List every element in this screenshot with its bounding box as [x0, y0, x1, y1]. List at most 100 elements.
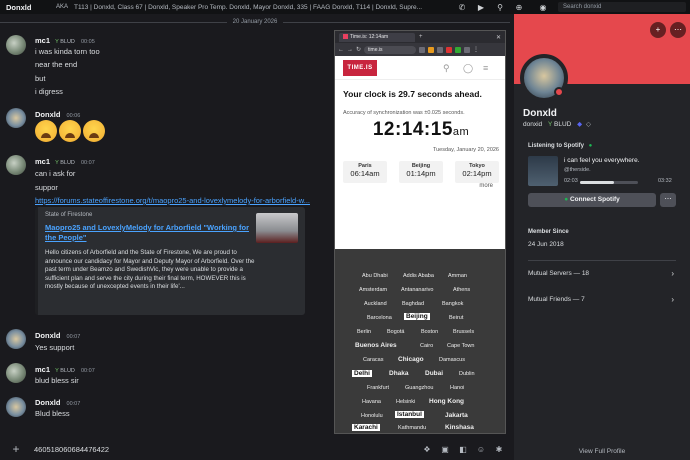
- extension-icon[interactable]: [437, 46, 444, 53]
- city-link[interactable]: Caracas: [363, 357, 383, 363]
- view-full-profile-link[interactable]: View Full Profile: [514, 448, 690, 455]
- more-cities-link[interactable]: more: [479, 183, 493, 189]
- city-link[interactable]: Cape Town: [447, 343, 474, 349]
- message-link[interactable]: https://forums.stateoffirestone.org/t/ma…: [35, 196, 335, 205]
- song-artist[interactable]: @therside.: [564, 167, 591, 173]
- avatar[interactable]: [6, 329, 26, 349]
- user-icon[interactable]: ◯: [463, 63, 473, 74]
- city-link[interactable]: Helsinki: [396, 399, 415, 405]
- city-link[interactable]: Barcelona: [367, 315, 392, 321]
- city-link[interactable]: Dublin: [459, 371, 475, 377]
- city-link[interactable]: Boston: [421, 329, 438, 335]
- extension-icon[interactable]: [419, 46, 426, 53]
- extension-icon[interactable]: [428, 46, 435, 53]
- phone-icon[interactable]: ✆: [455, 0, 469, 14]
- extension-icon[interactable]: [455, 46, 462, 53]
- mutual-servers-row[interactable]: Mutual Servers — 18 ›: [528, 269, 676, 278]
- menu-icon[interactable]: ⋮: [473, 46, 479, 53]
- profile-toggle-icon[interactable]: ◉: [536, 0, 550, 14]
- connect-spotify-button[interactable]: ● Connect Spotify: [528, 193, 656, 207]
- city-link[interactable]: Honolulu: [361, 413, 383, 419]
- spotify-more-button[interactable]: ⋯: [660, 193, 676, 207]
- avatar[interactable]: [6, 155, 26, 175]
- new-tab-icon[interactable]: +: [419, 34, 423, 40]
- message-input[interactable]: 460518060684476422: [34, 445, 420, 454]
- city-link[interactable]: Beirut: [449, 315, 463, 321]
- city-link[interactable]: Dhaka: [389, 370, 409, 377]
- city-link[interactable]: Brussels: [453, 329, 474, 335]
- avatar[interactable]: [6, 108, 26, 128]
- city-link[interactable]: Beijing: [404, 313, 430, 320]
- hamburger-icon[interactable]: ≡: [483, 63, 488, 73]
- forward-icon[interactable]: →: [347, 47, 353, 53]
- extension-icon[interactable]: [464, 46, 471, 53]
- avatar[interactable]: [6, 35, 26, 55]
- city-link[interactable]: Athens: [453, 287, 470, 293]
- city-clock-beijing[interactable]: Beijing 01:14pm: [399, 161, 443, 183]
- city-link[interactable]: Bogotá: [387, 329, 404, 335]
- city-link[interactable]: Addis Ababa: [403, 273, 434, 279]
- address-bar[interactable]: time.is: [364, 45, 417, 54]
- city-link[interactable]: Guangzhou: [405, 385, 433, 391]
- timeis-logo[interactable]: TIME.IS: [343, 60, 377, 76]
- city-clock-paris[interactable]: Paris 06:14am: [343, 161, 387, 183]
- timestamp: 00:07: [80, 160, 95, 166]
- city-link[interactable]: Frankfurt: [367, 385, 389, 391]
- reload-icon[interactable]: ↻: [356, 46, 361, 53]
- city-link[interactable]: Damascus: [439, 357, 465, 363]
- add-attachment-icon[interactable]: +: [6, 442, 26, 456]
- city-link[interactable]: Karachi: [352, 424, 380, 431]
- window-close-icon[interactable]: ✕: [496, 34, 501, 41]
- city-link[interactable]: Kathmandu: [398, 425, 426, 431]
- city-link[interactable]: Amsterdam: [359, 287, 387, 293]
- city-link[interactable]: Baghdad: [402, 301, 424, 307]
- gif-icon[interactable]: ▣: [438, 442, 452, 456]
- city-link[interactable]: Abu Dhabi: [362, 273, 388, 279]
- apps-icon[interactable]: ✱: [492, 442, 506, 456]
- album-art[interactable]: [528, 156, 558, 186]
- city-link[interactable]: Antananarivo: [401, 287, 433, 293]
- avatar[interactable]: [6, 363, 26, 383]
- message-author[interactable]: mc1 Y BLUD 00:05: [35, 36, 95, 45]
- search-input[interactable]: Search donxid: [558, 2, 686, 12]
- pin-icon[interactable]: ⚲: [493, 0, 507, 14]
- city-link[interactable]: Bangkok: [442, 301, 463, 307]
- song-progress-bar: [580, 181, 638, 184]
- city-link[interactable]: Amman: [448, 273, 467, 279]
- emoji-icon[interactable]: ☺: [474, 442, 488, 456]
- city-link[interactable]: Delhi: [352, 370, 372, 377]
- more-options-icon[interactable]: ⋯: [670, 22, 686, 38]
- back-icon[interactable]: ←: [338, 47, 344, 53]
- city-link[interactable]: Jakarta: [445, 412, 468, 419]
- city-link[interactable]: Berlin: [357, 329, 371, 335]
- city-link[interactable]: Kinshasa: [445, 424, 474, 431]
- city-clock-tokyo[interactable]: Tokyo 02:14pm: [455, 161, 499, 183]
- embed-thumbnail[interactable]: [256, 213, 298, 243]
- city-link[interactable]: Hong Kong: [429, 398, 464, 405]
- city-link[interactable]: Havana: [362, 399, 381, 405]
- add-friend-icon[interactable]: +: [650, 22, 666, 38]
- song-title[interactable]: i can feel you everywhere.: [564, 157, 640, 164]
- city-link[interactable]: Auckland: [364, 301, 387, 307]
- extension-icon[interactable]: [446, 46, 453, 53]
- city-link[interactable]: Buenos Aires: [355, 342, 397, 349]
- city-link[interactable]: Hanoi: [450, 385, 464, 391]
- message-author[interactable]: mc1 Y BLUD 00:07: [35, 157, 95, 166]
- city-link[interactable]: Cairo: [420, 343, 433, 349]
- browser-tab[interactable]: Time.is: 12:14am: [339, 32, 415, 42]
- message-author[interactable]: mc1 Y BLUD 00:07: [35, 365, 95, 374]
- message-author[interactable]: Donxld 00:06: [35, 110, 80, 119]
- add-friends-icon[interactable]: ⊕: [512, 0, 526, 14]
- message-author[interactable]: Donxld 00:07: [35, 331, 80, 340]
- video-icon[interactable]: ▶: [474, 0, 488, 14]
- city-link[interactable]: Istanbul: [395, 411, 424, 418]
- mutual-friends-row[interactable]: Mutual Friends — 7 ›: [528, 295, 676, 304]
- search-icon[interactable]: ⚲: [443, 63, 450, 74]
- avatar[interactable]: [6, 397, 26, 417]
- city-link[interactable]: Chicago: [398, 356, 424, 363]
- embed-title[interactable]: Maopro25 and LovexlyMelody for Arborfiel…: [45, 223, 250, 243]
- sticker-icon[interactable]: ◧: [456, 442, 470, 456]
- gift-icon[interactable]: ❖: [420, 442, 434, 456]
- message-author[interactable]: Donxld 00:07: [35, 398, 80, 407]
- city-link[interactable]: Dubai: [425, 370, 443, 377]
